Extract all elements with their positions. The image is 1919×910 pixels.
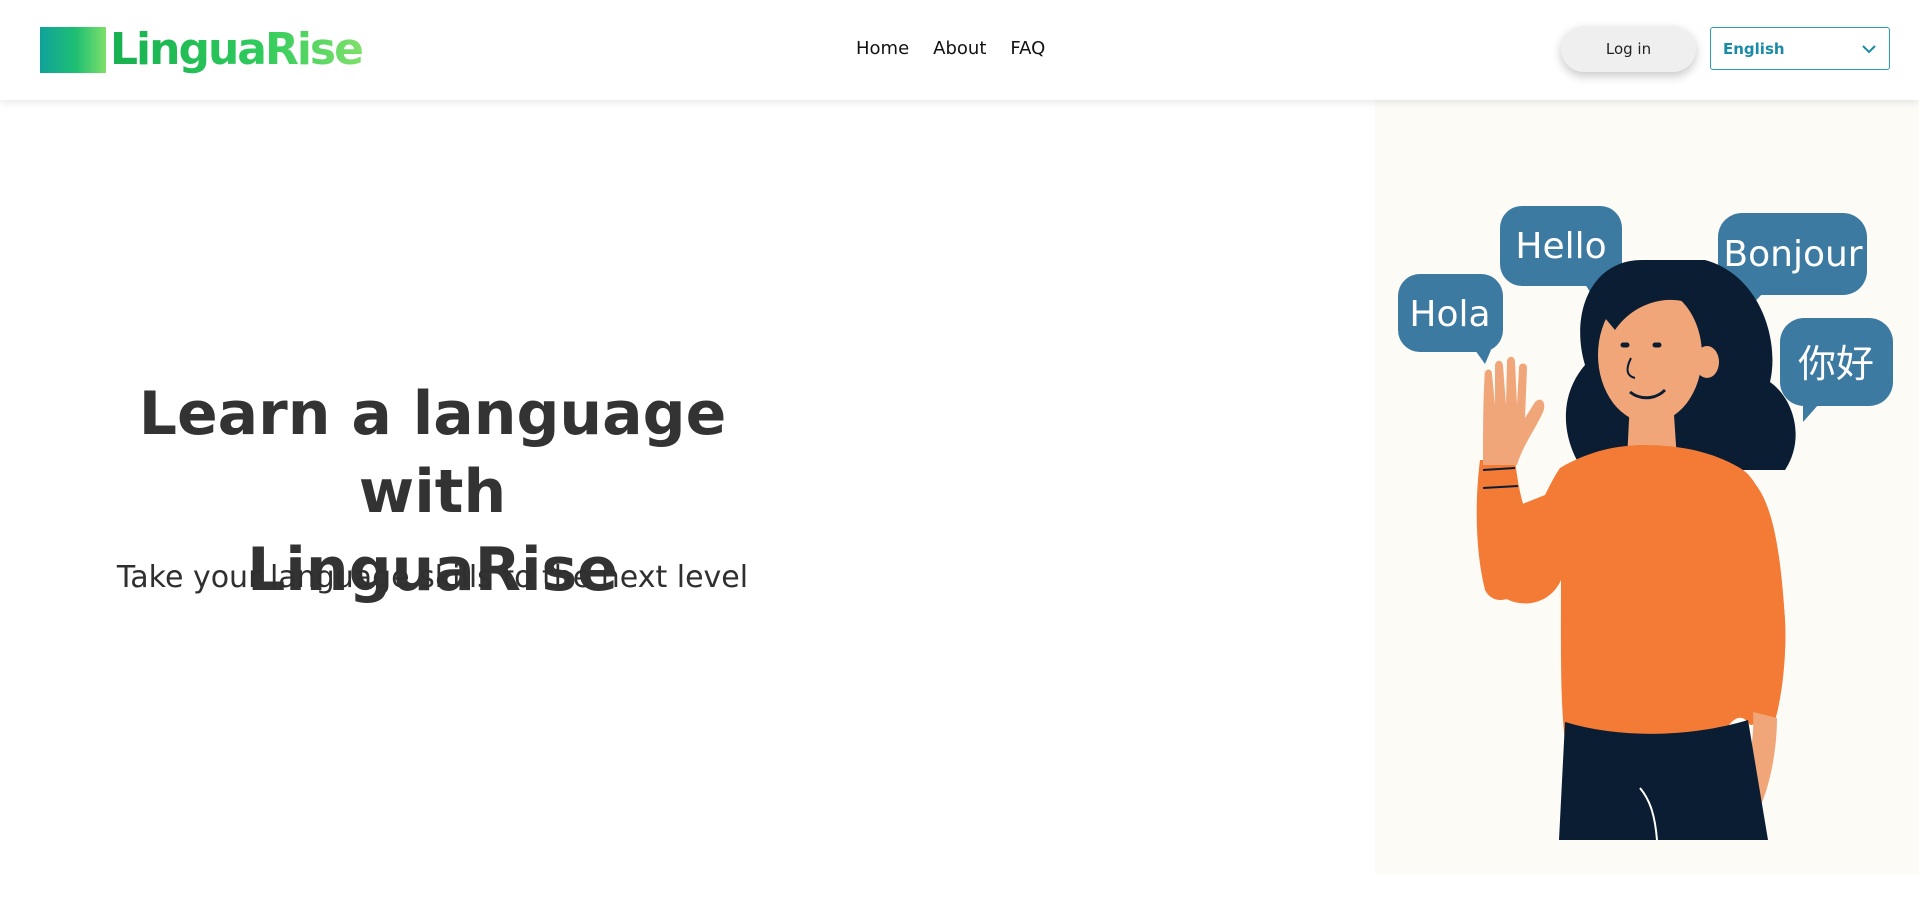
svg-text:你好: 你好 [1798,342,1874,386]
main-nav: Home About FAQ [856,36,1045,62]
site-header: LinguaRise Home About FAQ Log in English [0,0,1919,100]
nav-about-link[interactable]: About [933,36,986,62]
chevron-down-icon [1862,45,1876,54]
hero-title-line-1: Learn a language with [138,379,727,527]
speech-bubble-nihao: 你好 [1780,318,1893,422]
nav-home-link[interactable]: Home [856,36,909,62]
nav-faq-link[interactable]: FAQ [1010,36,1045,62]
pants-shape [1559,720,1768,840]
hero-illustration: Hello Hola Bonjour 你好 [1375,100,1919,875]
language-select-value: English [1723,39,1785,58]
brand-name: LinguaRise [110,22,364,78]
login-button[interactable]: Log in [1561,26,1696,72]
waving-hand [1483,356,1545,465]
speech-bubble-hola: Hola [1398,274,1503,364]
woman-waving-illustration: Hello Hola Bonjour 你好 [1398,206,1893,841]
svg-text:Hola: Hola [1409,294,1490,335]
svg-text:Bonjour: Bonjour [1723,234,1862,275]
language-select[interactable]: English [1710,27,1890,70]
brand-logo[interactable]: LinguaRise [40,22,364,78]
logo-mark-icon [40,27,106,73]
hero-subtitle: Take your language skills to the next le… [116,560,749,595]
svg-text:Hello: Hello [1515,226,1606,267]
shirt-shape [1495,445,1786,740]
